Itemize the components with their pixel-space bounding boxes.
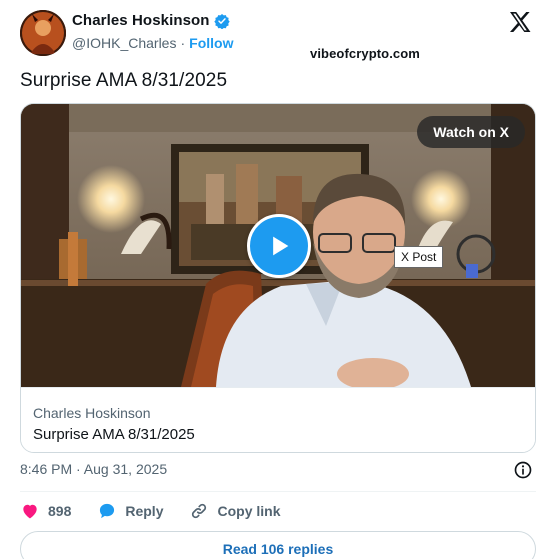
author-handle[interactable]: @IOHK_Charles (72, 35, 176, 51)
watermark-text: vibeofcrypto.com (310, 46, 420, 61)
play-icon (273, 236, 289, 256)
heart-icon (23, 504, 37, 519)
author-name[interactable]: Charles Hoskinson (72, 12, 210, 29)
divider (20, 491, 536, 492)
avatar[interactable] (20, 10, 66, 56)
tooltip: X Post (394, 246, 444, 268)
tweet-header: Charles Hoskinson @IOHK_Charles · Follow… (20, 8, 538, 61)
read-replies-button[interactable]: Read 106 replies (20, 531, 536, 559)
card-footer[interactable]: Charles Hoskinson Surprise AMA 8/31/2025 (21, 387, 535, 452)
like-button[interactable]: 898 (20, 501, 71, 521)
reply-button[interactable]: Reply (97, 501, 163, 521)
play-button[interactable] (247, 214, 311, 278)
like-count: 898 (48, 503, 72, 519)
video-player[interactable]: Watch on X X Post (21, 104, 535, 387)
info-icon[interactable] (513, 460, 533, 480)
tweet-text: Surprise AMA 8/31/2025 (20, 70, 228, 91)
copy-link-label: Copy link (217, 503, 281, 519)
reply-bubble-icon (100, 503, 115, 519)
follow-button[interactable]: Follow (189, 35, 233, 51)
copy-link-button[interactable]: Copy link (189, 501, 281, 521)
separator-dot: · (180, 35, 186, 51)
card-author: Charles Hoskinson (33, 405, 151, 421)
reply-label: Reply (125, 503, 164, 519)
verified-badge-icon (213, 13, 230, 29)
x-logo-icon[interactable] (508, 10, 532, 34)
video-card[interactable]: Watch on X X Post Charles Hoskinson Surp… (20, 103, 536, 453)
timestamp[interactable]: 8:46 PM · Aug 31, 2025 (20, 461, 167, 477)
card-title: Surprise AMA 8/31/2025 (33, 426, 195, 443)
watch-on-x-button[interactable]: Watch on X (417, 116, 525, 148)
link-icon (192, 503, 207, 519)
action-bar: 898 Reply Copy link (20, 500, 307, 522)
